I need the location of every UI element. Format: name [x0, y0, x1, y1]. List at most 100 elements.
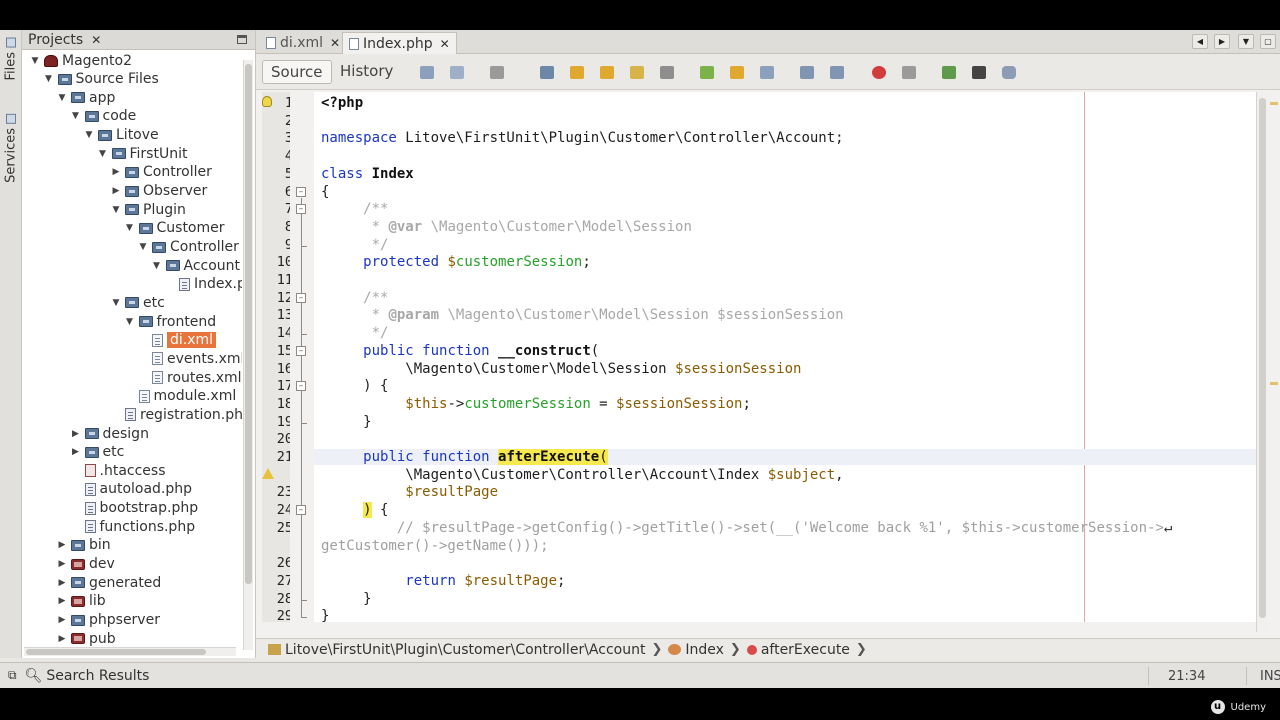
tree-item[interactable]: ▼ Litove [84, 126, 159, 145]
code-line[interactable]: public function __construct( [321, 343, 599, 359]
code-line[interactable]: \Magento\Customer\Model\Session $session… [321, 361, 801, 377]
code-line[interactable]: $this->customerSession = $sessionSession… [321, 396, 751, 412]
code-line[interactable]: <?php [321, 95, 363, 111]
tree-item[interactable]: registration.ph [111, 405, 242, 424]
tree-item[interactable]: ▼ Account [152, 256, 240, 275]
hint-bulb-icon[interactable] [262, 96, 272, 107]
services-side-tab[interactable]: Services [2, 114, 20, 183]
code-line[interactable]: return $resultPage; [321, 573, 565, 589]
scroll-tabs-left-icon[interactable]: ◀ [1192, 34, 1208, 49]
code-line[interactable]: } [321, 608, 329, 624]
tree-item[interactable]: ▼ code [71, 107, 136, 126]
tree-item[interactable]: ▶ lib [57, 592, 106, 611]
breadcrumb-class[interactable]: Index [668, 642, 724, 658]
collapse-icon[interactable]: ▼ [57, 93, 67, 103]
tree-item[interactable]: events.xml [138, 349, 242, 368]
error-stripe[interactable] [1270, 92, 1278, 632]
fold-toggle-icon[interactable]: – [296, 292, 306, 303]
find-icon[interactable] [540, 66, 554, 79]
code-line[interactable]: * @param \Magento\Customer\Model\Session… [321, 307, 844, 323]
fold-toggle-icon[interactable]: – [296, 186, 306, 197]
minimize-icon[interactable] [237, 35, 247, 44]
code-line[interactable]: */ [321, 237, 389, 253]
tree-item[interactable]: bootstrap.php [71, 499, 198, 518]
collapse-icon[interactable]: ▼ [84, 130, 94, 140]
expand-icon[interactable]: ▶ [57, 634, 67, 644]
toggle-bookmark-icon[interactable] [760, 66, 774, 79]
shift-right-icon[interactable] [830, 66, 844, 79]
stop-macro-icon[interactable] [902, 66, 916, 79]
code-line[interactable]: namespace Litove\FirstUnit\Plugin\Custom… [321, 130, 844, 146]
breadcrumb-method[interactable]: afterExecute [746, 642, 850, 658]
collapse-icon[interactable]: ▼ [71, 111, 81, 121]
code-line[interactable]: /** [321, 201, 388, 217]
tree-item[interactable]: ▶ Observer [111, 182, 208, 201]
back-icon[interactable] [450, 66, 464, 79]
forward-icon[interactable] [490, 66, 504, 79]
code-editor[interactable]: <?php namespace Litove\FirstUnit\Plugin\C… [314, 92, 1262, 624]
tree-item[interactable]: ▶ etc [71, 443, 124, 462]
fold-toggle-icon[interactable]: – [296, 345, 306, 356]
expand-icon[interactable]: ▶ [57, 615, 67, 625]
last-edit-icon[interactable] [420, 66, 434, 79]
code-line[interactable]: } [321, 414, 371, 430]
code-line[interactable]: \Magento\Customer\Controller\Account\Ind… [321, 467, 843, 483]
previous-bookmark-icon[interactable] [700, 66, 714, 79]
find-previous-icon[interactable] [570, 66, 584, 79]
tree-item[interactable]: ▶ design [71, 424, 149, 443]
files-side-tab[interactable]: Files [2, 38, 20, 81]
tree-item[interactable]: functions.php [71, 517, 195, 536]
expand-icon[interactable]: ▶ [57, 578, 67, 588]
code-line[interactable]: */ [321, 325, 389, 341]
breadcrumb-namespace[interactable]: Litove\FirstUnit\Plugin\Customer\Control… [268, 642, 645, 658]
scroll-tabs-right-icon[interactable]: ▶ [1214, 34, 1230, 49]
tree-item[interactable]: ▶ bin [57, 536, 111, 555]
expand-icon[interactable]: ▶ [57, 596, 67, 606]
fold-toggle-icon[interactable]: – [296, 505, 306, 516]
collapse-icon[interactable]: ▼ [138, 242, 148, 252]
tree-item[interactable]: ▶ generated [57, 573, 162, 592]
code-line[interactable]: // $resultPage->getConfig()->getTitle()-… [321, 520, 1172, 536]
tree-item[interactable]: ▼ FirstUnit [98, 144, 187, 163]
tree-item[interactable]: ▼ etc [111, 293, 165, 312]
expand-icon[interactable]: ▶ [111, 186, 121, 196]
close-icon[interactable]: ✕ [330, 36, 340, 50]
maximize-icon[interactable]: ▢ [1260, 34, 1276, 49]
code-line[interactable]: } [321, 591, 371, 607]
uncomment-icon[interactable] [972, 66, 986, 79]
collapse-icon[interactable]: ▼ [152, 261, 162, 271]
tree-item[interactable]: autoload.php [71, 480, 192, 499]
database-icon[interactable] [1002, 66, 1016, 79]
collapse-icon[interactable]: ▼ [98, 149, 108, 159]
tree-item[interactable]: ▶ phpserver [57, 611, 160, 630]
projects-panel-title[interactable]: Projects [28, 32, 83, 48]
expand-icon[interactable]: ▶ [111, 167, 121, 177]
editor-vertical-scrollbar[interactable] [1256, 92, 1268, 632]
tree-horizontal-scrollbar[interactable] [24, 647, 236, 656]
code-line[interactable]: public function afterExecute( [314, 449, 1262, 465]
tab-list-dropdown-icon[interactable]: ▼ [1238, 34, 1254, 49]
close-icon[interactable]: ✕ [91, 33, 101, 47]
fold-toggle-icon[interactable]: – [296, 381, 306, 392]
next-bookmark-icon[interactable] [730, 66, 744, 79]
tree-item[interactable]: Index.p [165, 275, 242, 294]
tree-item[interactable]: ▼ frontend [125, 312, 216, 331]
tree-item[interactable]: ▶ dev [57, 555, 115, 574]
code-line[interactable]: ) { [321, 378, 388, 394]
code-line[interactable]: class Index [321, 166, 414, 182]
warning-icon[interactable] [262, 467, 274, 479]
collapse-icon[interactable]: ▼ [111, 298, 121, 308]
code-line[interactable]: { [321, 184, 329, 200]
code-line[interactable]: ) { [321, 502, 388, 519]
expand-icon[interactable]: ▶ [57, 540, 67, 550]
tree-vertical-scrollbar[interactable] [243, 60, 253, 650]
tree-item[interactable]: ▶ pub [57, 629, 116, 646]
expand-icon[interactable]: ▶ [71, 447, 81, 457]
collapse-icon[interactable]: ▼ [111, 205, 121, 215]
fold-toggle-icon[interactable]: – [296, 204, 306, 215]
tab-history[interactable]: History [332, 60, 401, 84]
tab-di-xml[interactable]: di.xml ✕ [260, 32, 346, 54]
record-macro-icon[interactable] [872, 66, 886, 79]
tree-item[interactable]: module.xml [125, 387, 236, 406]
code-line[interactable]: /** [321, 290, 388, 306]
